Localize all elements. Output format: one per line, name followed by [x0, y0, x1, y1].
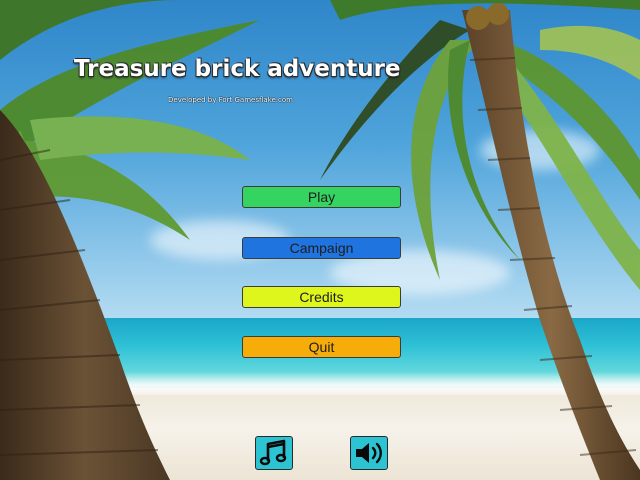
campaign-button[interactable]: Campaign [242, 237, 401, 259]
speaker-volume-icon [356, 442, 382, 464]
game-title: Treasure brick adventure [74, 56, 401, 82]
play-button[interactable]: Play [242, 186, 401, 208]
developer-credit: Developed by Fort Gamesflake.com [168, 96, 293, 104]
music-note-icon [259, 439, 287, 466]
quit-button[interactable]: Quit [242, 336, 401, 358]
sound-toggle-button[interactable] [350, 436, 388, 470]
credits-button[interactable]: Credits [242, 286, 401, 308]
music-toggle-button[interactable] [255, 436, 293, 470]
